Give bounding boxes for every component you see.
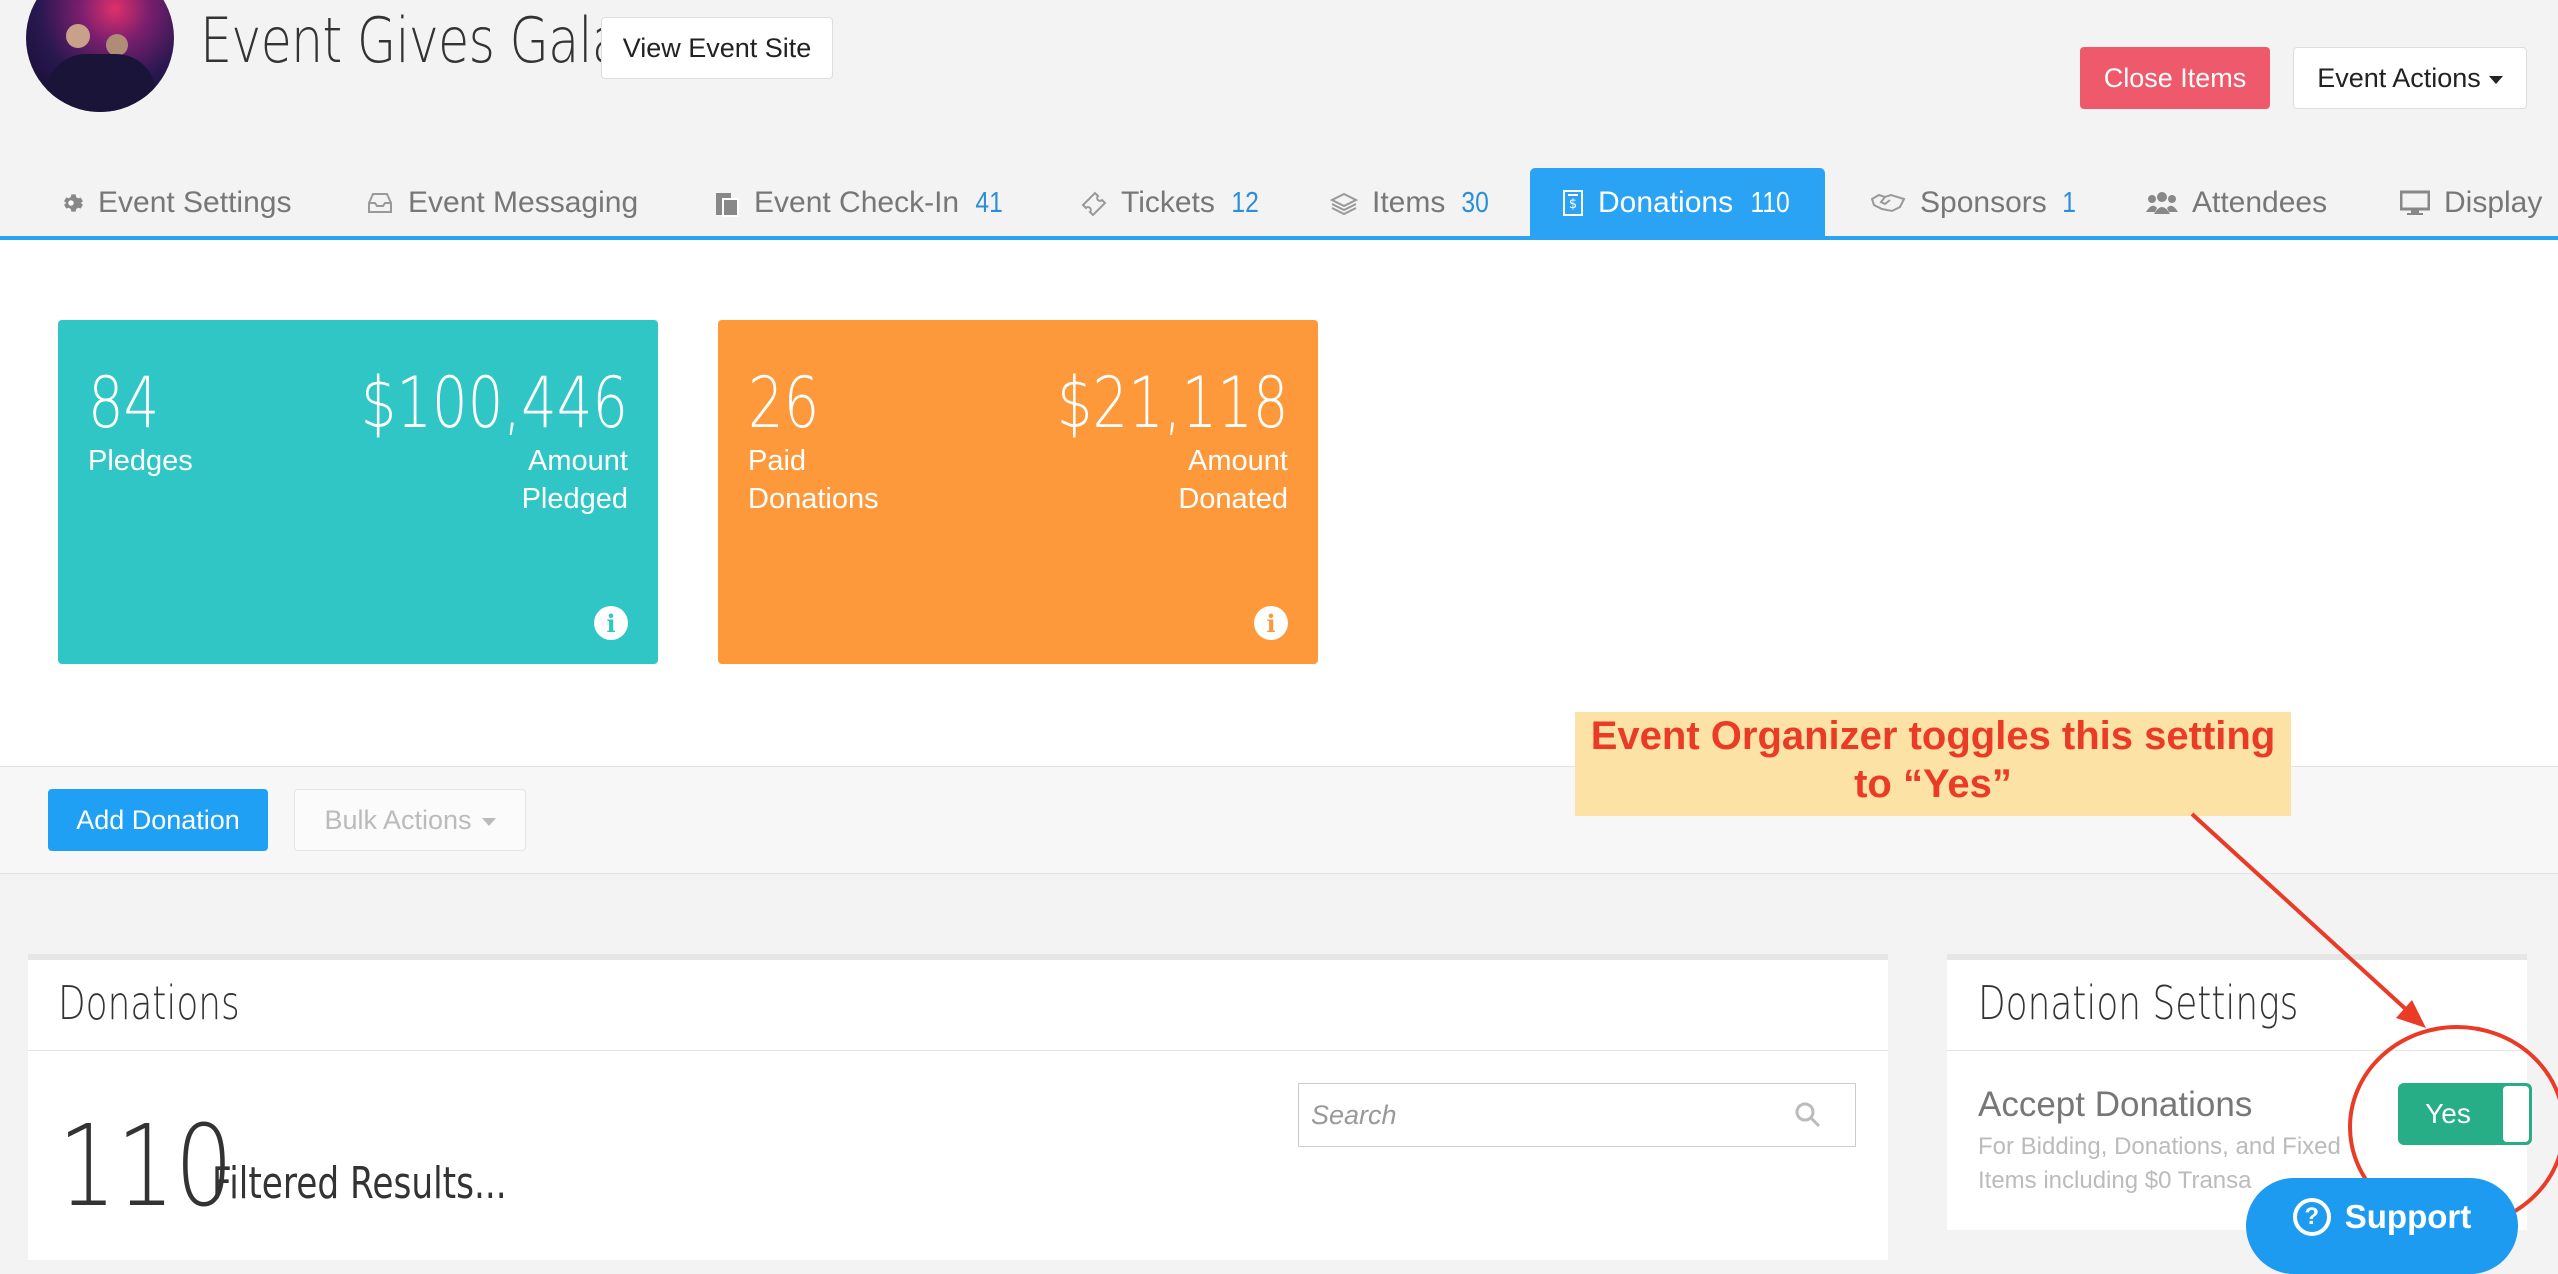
annotation-arrow	[2190, 812, 2558, 1229]
question-icon: ?	[2292, 1198, 2331, 1236]
support-label: Support	[2344, 1198, 2472, 1235]
support-button[interactable]: ? Support	[2246, 1178, 2518, 1274]
